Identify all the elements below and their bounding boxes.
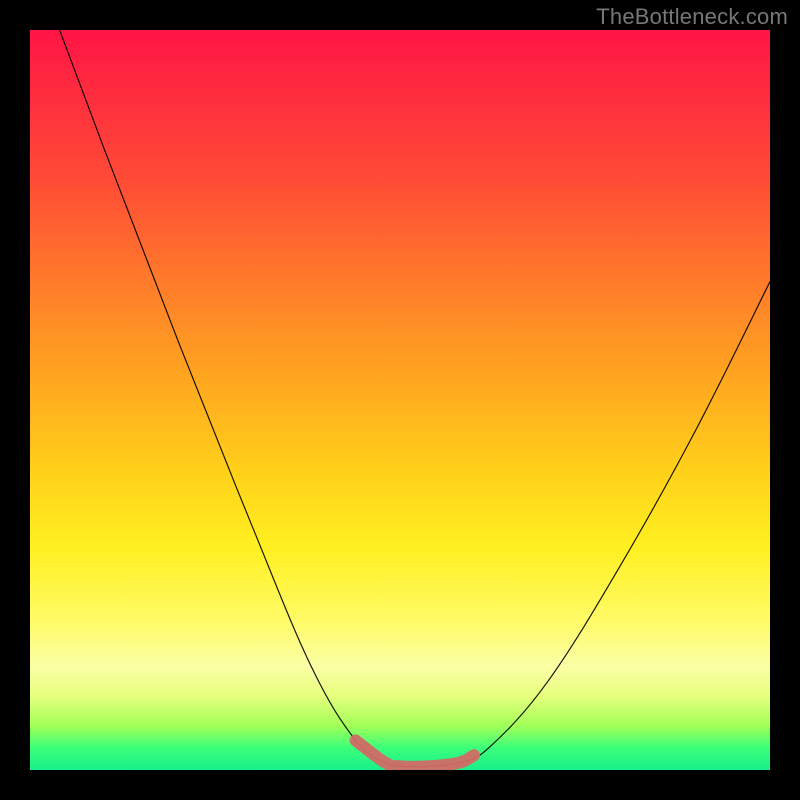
chart-frame: TheBottleneck.com xyxy=(0,0,800,800)
watermark-text: TheBottleneck.com xyxy=(596,4,788,30)
bottleneck-curve xyxy=(60,30,770,767)
curve-svg xyxy=(30,30,770,770)
bottleneck-highlight xyxy=(356,740,474,766)
plot-area xyxy=(30,30,770,770)
